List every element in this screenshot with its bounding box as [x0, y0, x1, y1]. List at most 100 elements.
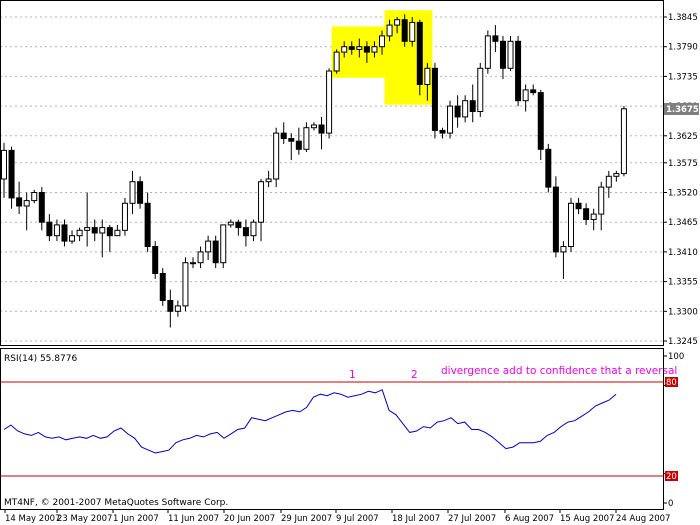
candle-body — [590, 213, 597, 221]
time-tick-label: 18 Jul 2007 — [392, 514, 440, 524]
candle-body — [439, 129, 446, 134]
candle-body — [159, 273, 166, 301]
time-tick-label: 1 Jun 2007 — [113, 514, 159, 524]
candle-body — [106, 227, 113, 237]
candle-body — [568, 202, 574, 248]
candle-body — [583, 208, 590, 220]
candle — [447, 100, 454, 139]
candle-body — [265, 178, 272, 183]
time-tick-label: 20 Jun 2007 — [224, 514, 275, 524]
candle-body — [356, 46, 363, 50]
candle-body — [401, 19, 408, 42]
chart-background — [0, 0, 700, 525]
divergence-marker-2: 2 — [411, 369, 418, 381]
candle-body — [46, 221, 53, 237]
candle-body — [295, 140, 302, 150]
candle-body — [167, 300, 174, 312]
candle-body — [363, 46, 370, 53]
divergence-marker-1: 1 — [349, 369, 356, 381]
candle-body — [258, 181, 265, 223]
candle-body — [620, 108, 627, 175]
candle — [416, 19, 423, 96]
candle — [484, 30, 491, 74]
time-tick-label: 11 Jun 2007 — [168, 514, 219, 524]
candle-body — [235, 221, 242, 229]
candle-body — [91, 227, 98, 234]
candle-body — [424, 67, 431, 86]
candle-body — [379, 35, 385, 48]
time-tick-label: 27 Jul 2007 — [448, 514, 496, 524]
candle-body — [598, 186, 605, 215]
candle — [121, 197, 128, 236]
price-tick-label: 1.3300 — [668, 307, 698, 317]
price-tick-label: 1.3410 — [668, 248, 698, 258]
candle-body — [310, 124, 317, 129]
candle-body — [507, 40, 514, 69]
candle-body — [273, 132, 280, 180]
copyright-label: MT4NF, © 2001-2007 MetaQuotes Software C… — [4, 498, 228, 508]
candlestick-chart[interactable]: 1.38451.37901.37351.36801.36251.35751.35… — [0, 0, 700, 525]
candle-body — [61, 224, 68, 242]
candle-body — [318, 124, 325, 134]
candle — [182, 257, 189, 312]
time-tick-label: 14 May 2007 — [5, 514, 60, 524]
candle-body — [409, 21, 416, 42]
candle-body — [288, 138, 295, 142]
candle-body — [575, 202, 582, 210]
price-tick-label: 1.3465 — [668, 218, 698, 228]
candle — [568, 197, 574, 252]
time-tick-label: 23 May 2007 — [57, 514, 112, 524]
price-tick-label: 1.3790 — [668, 43, 698, 53]
candle-body — [477, 67, 484, 113]
candle-body — [522, 89, 529, 102]
candle — [152, 241, 159, 279]
candle-body — [31, 192, 38, 202]
candle-body — [341, 46, 348, 53]
candle-body — [469, 100, 476, 112]
candle-body — [152, 246, 159, 274]
candle-body — [197, 251, 204, 264]
candle-body — [371, 46, 378, 53]
candle-body — [462, 100, 469, 118]
candle-body — [416, 21, 423, 85]
candle-body — [1, 149, 7, 180]
candle-body — [386, 24, 393, 37]
current-price-label: 1.3675 — [666, 105, 699, 115]
candle-body — [454, 105, 461, 118]
candle-body — [280, 132, 287, 140]
candle — [545, 143, 552, 193]
candle-body — [174, 305, 181, 312]
candle-body — [552, 186, 559, 253]
highlight-box — [384, 10, 433, 105]
candle-body — [38, 192, 45, 223]
time-tick-label: 29 Jun 2007 — [281, 514, 332, 524]
candle-body — [212, 240, 219, 264]
candle-body — [326, 70, 333, 134]
candle — [507, 35, 514, 71]
candle-body — [99, 227, 106, 234]
candle-body — [121, 202, 128, 231]
time-tick-label: 15 Aug 2007 — [560, 514, 614, 524]
candle-body — [530, 89, 537, 94]
candle-body — [250, 221, 257, 237]
candle-body — [431, 67, 438, 131]
candle-body — [394, 19, 401, 26]
candle-body — [242, 227, 249, 237]
candle-body — [144, 202, 151, 248]
candle — [477, 62, 484, 117]
price-tick-label: 1.3355 — [668, 278, 698, 288]
candle — [552, 176, 559, 258]
candle — [333, 49, 340, 74]
candle-body — [8, 149, 15, 199]
candle — [620, 106, 627, 177]
candle-body — [560, 246, 567, 253]
candle-body — [69, 235, 76, 242]
rsi-level-20-label: 20 — [666, 472, 677, 482]
price-tick-label: 1.3520 — [668, 189, 698, 199]
candle-body — [227, 221, 234, 226]
candle-body — [84, 227, 91, 231]
divergence-annotation: divergence add to confidence that a reve… — [441, 365, 677, 377]
candle-body — [205, 240, 212, 253]
candle-body — [76, 229, 83, 237]
candle — [431, 62, 438, 139]
